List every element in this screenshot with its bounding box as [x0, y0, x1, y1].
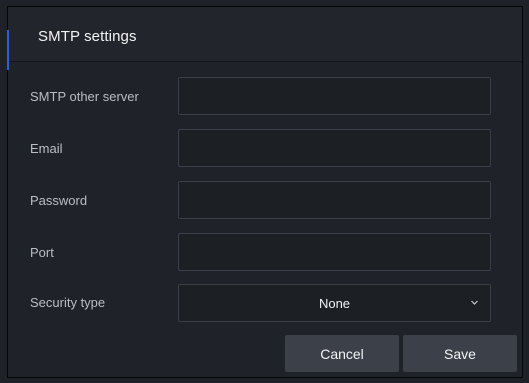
dialog-header: SMTP settings	[8, 7, 522, 62]
chevron-down-icon	[471, 300, 478, 305]
password-label: Password	[30, 193, 88, 208]
accent-strip	[7, 30, 9, 70]
save-button[interactable]: Save	[403, 335, 517, 372]
port-input[interactable]	[179, 234, 490, 270]
email-field[interactable]	[178, 129, 491, 167]
smtp-server-label: SMTP other server	[30, 89, 139, 104]
cancel-button[interactable]: Cancel	[285, 335, 399, 372]
port-field[interactable]	[178, 233, 491, 271]
dialog-title: SMTP settings	[38, 28, 137, 45]
smtp-server-input[interactable]	[179, 78, 490, 114]
port-label: Port	[30, 245, 54, 260]
security-type-label: Security type	[30, 295, 106, 310]
smtp-server-field[interactable]	[178, 77, 491, 115]
security-type-select[interactable]: None	[178, 284, 491, 322]
email-input[interactable]	[179, 130, 490, 166]
password-field[interactable]	[178, 181, 491, 219]
password-input[interactable]	[179, 182, 490, 218]
security-type-value: None	[318, 296, 351, 311]
email-label: Email	[30, 141, 63, 156]
